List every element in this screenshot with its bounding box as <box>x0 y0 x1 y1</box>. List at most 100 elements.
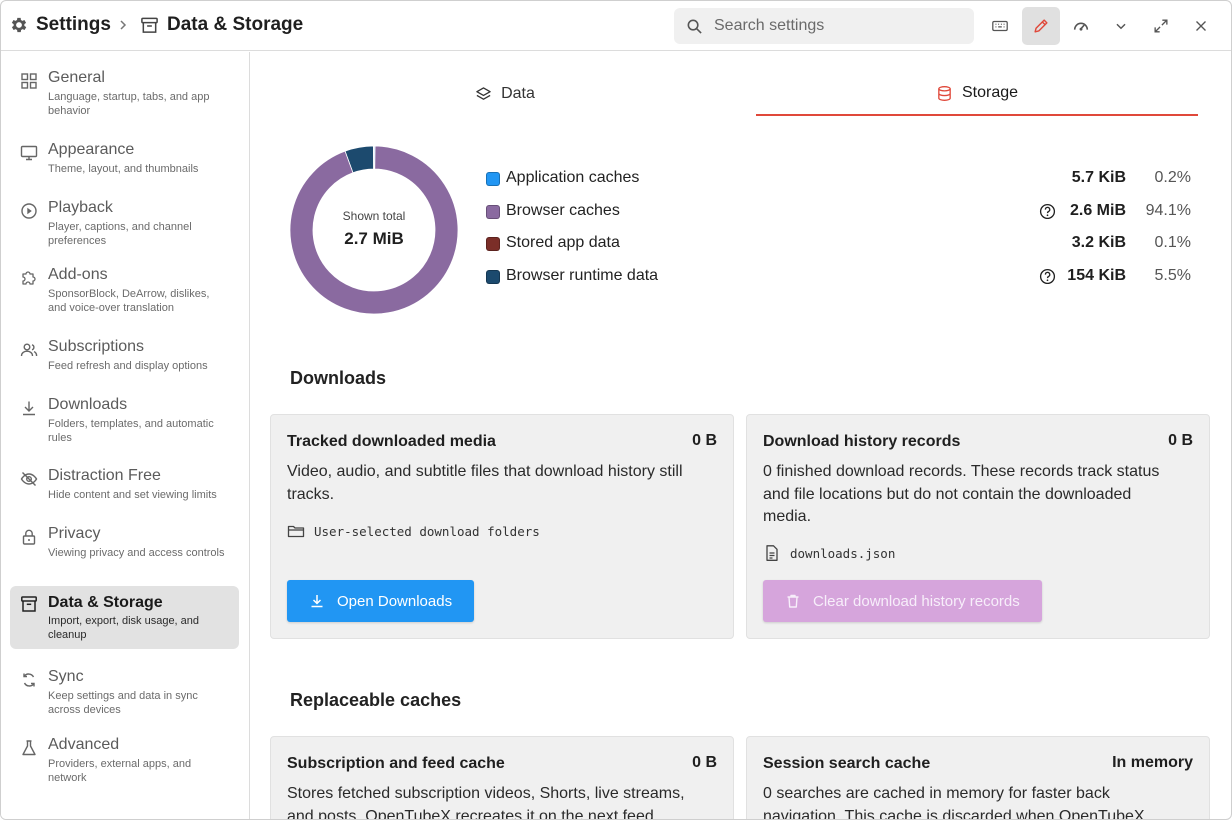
sidebar-item-label: Appearance <box>48 141 135 158</box>
sidebar-item-desc: Import, export, disk usage, and cleanup <box>48 615 200 641</box>
sidebar-item-desc: Player, captions, and channel preference… <box>48 221 192 247</box>
grid-icon <box>21 73 37 89</box>
search-input[interactable] <box>714 14 964 38</box>
help-icon[interactable] <box>1039 203 1056 220</box>
usage-label: Stored app data <box>506 234 620 251</box>
tab-data[interactable]: Data <box>275 72 735 116</box>
usage-size: 154 KiB <box>1067 267 1126 284</box>
gear-icon <box>11 17 27 33</box>
help-icon[interactable] <box>1039 268 1056 285</box>
sidebar-item-downloads[interactable]: Downloads Folders, templates, and automa… <box>10 391 239 449</box>
usage-label: Application caches <box>506 169 640 186</box>
session-search-cache-card: Session search cache In memory 0 searche… <box>746 736 1210 819</box>
sidebar-item-sync[interactable]: Sync Keep settings and data in sync acro… <box>10 663 239 721</box>
card-path: downloads.json <box>763 544 895 562</box>
file-icon <box>766 545 778 561</box>
sidebar-item-label: Data & Storage <box>48 594 163 611</box>
sidebar-item-label: Playback <box>48 199 113 216</box>
sidebar-item-label: General <box>48 69 105 86</box>
gauge-button[interactable] <box>1062 7 1100 45</box>
main-panel: Data Storage Shown total 2.7 MiB Applica… <box>251 52 1231 820</box>
settings-sidebar: General Language, startup, tabs, and app… <box>1 52 250 819</box>
layers-icon <box>476 86 491 100</box>
usage-size: 2.6 MiB <box>1069 202 1126 219</box>
sidebar-item-desc: Hide content and set viewing limits <box>48 489 217 501</box>
users-icon <box>20 343 38 357</box>
sidebar-item-distraction-free[interactable]: Distraction Free Hide content and set vi… <box>10 462 239 506</box>
usage-row: Stored app data 3.2 KiB 0.1% <box>486 232 1191 256</box>
card-size: 0 B <box>692 754 717 771</box>
archive-icon <box>141 17 158 33</box>
sidebar-item-data-storage[interactable]: Data & Storage Import, export, disk usag… <box>10 586 239 649</box>
sidebar-item-add-ons[interactable]: Add-ons SponsorBlock, DeArrow, dislikes,… <box>10 261 239 319</box>
sidebar-item-privacy[interactable]: Privacy Viewing privacy and access contr… <box>10 520 239 578</box>
card-title: Subscription and feed cache <box>287 755 505 772</box>
expand-icon <box>1154 19 1168 33</box>
tab-storage[interactable]: Storage <box>756 72 1198 116</box>
settings-window: Settings Data & Storage Search settings … <box>0 0 1232 820</box>
card-path: User-selected download folders <box>287 522 540 540</box>
maximize-button[interactable] <box>1142 7 1180 45</box>
card-title: Download history records <box>763 433 961 450</box>
sidebar-item-label: Advanced <box>48 736 120 753</box>
lock-icon <box>22 529 36 545</box>
trash-icon <box>787 594 799 608</box>
chevron-right-icon <box>120 20 127 30</box>
close-icon <box>1196 21 1206 31</box>
card-description: Stores fetched subscription videos, Shor… <box>287 785 685 820</box>
breadcrumb-root[interactable]: Settings <box>36 14 111 36</box>
download-history-card: Download history records 0 B 0 finished … <box>746 414 1210 639</box>
tracked-media-card: Tracked downloaded media 0 B Video, audi… <box>270 414 734 639</box>
close-button[interactable] <box>1182 7 1220 45</box>
path-text: User-selected download folders <box>314 523 540 539</box>
flask-icon <box>22 740 36 756</box>
page-title: Data & Storage <box>167 14 304 35</box>
tab-label: Data <box>501 85 535 102</box>
sidebar-item-subscriptions[interactable]: Subscriptions Feed refresh and display o… <box>10 333 239 377</box>
usage-size: 5.7 KiB <box>1071 169 1126 186</box>
color-swatch <box>486 270 500 284</box>
usage-percent: 0.1% <box>1154 234 1191 251</box>
download-icon <box>23 401 35 416</box>
sidebar-item-general[interactable]: General Language, startup, tabs, and app… <box>10 64 239 122</box>
search-box[interactable] <box>674 8 974 44</box>
clear-history-button[interactable]: Clear download history records <box>763 580 1042 622</box>
monitor-icon <box>20 145 38 161</box>
sidebar-item-label: Add-ons <box>48 266 108 283</box>
sidebar-item-desc: SponsorBlock, DeArrow, dislikes, and voi… <box>48 288 210 314</box>
usage-label: Browser runtime data <box>506 267 659 284</box>
donut-center: Shown total 2.7 MiB <box>289 209 459 249</box>
usage-row: Browser caches 2.6 MiB 94.1% <box>486 200 1191 224</box>
pen-icon <box>1034 19 1048 33</box>
total-value: 2.7 MiB <box>344 229 404 248</box>
sidebar-item-label: Privacy <box>48 525 101 542</box>
puzzle-icon <box>22 271 36 285</box>
card-size: In memory <box>1112 754 1193 771</box>
sidebar-item-label: Distraction Free <box>48 467 161 484</box>
sidebar-item-desc: Viewing privacy and access controls <box>48 547 225 559</box>
keyboard-icon <box>992 20 1008 32</box>
color-swatch <box>486 172 500 186</box>
dropdown-button[interactable] <box>1102 7 1140 45</box>
folder-icon <box>287 525 305 538</box>
eye-off-icon <box>20 472 38 486</box>
play-circle-icon <box>21 203 37 219</box>
sidebar-item-desc: Feed refresh and display options <box>48 360 208 372</box>
card-title: Tracked downloaded media <box>287 433 496 450</box>
card-description: Video, audio, and subtitle files that do… <box>287 463 683 503</box>
sidebar-item-playback[interactable]: Playback Player, captions, and channel p… <box>10 194 239 252</box>
sidebar-item-label: Sync <box>48 668 84 685</box>
keyboard-button[interactable] <box>981 7 1019 45</box>
open-downloads-button[interactable]: Open Downloads <box>287 580 475 622</box>
sidebar-item-desc: Keep settings and data in sync across de… <box>48 690 198 716</box>
edit-button[interactable] <box>1022 7 1060 45</box>
title-bar: Settings Data & Storage <box>1 1 1231 51</box>
sidebar-item-label: Downloads <box>48 396 128 413</box>
search-icon <box>687 19 702 34</box>
card-title: Session search cache <box>763 755 931 772</box>
sidebar-item-advanced[interactable]: Advanced Providers, external apps, and n… <box>10 731 239 789</box>
sidebar-item-appearance[interactable]: Appearance Theme, layout, and thumbnails <box>10 136 239 180</box>
card-size: 0 B <box>692 432 717 449</box>
subscription-cache-card: Subscription and feed cache 0 B Stores f… <box>270 736 734 820</box>
usage-row: Application caches 5.7 KiB 0.2% <box>486 167 1191 191</box>
